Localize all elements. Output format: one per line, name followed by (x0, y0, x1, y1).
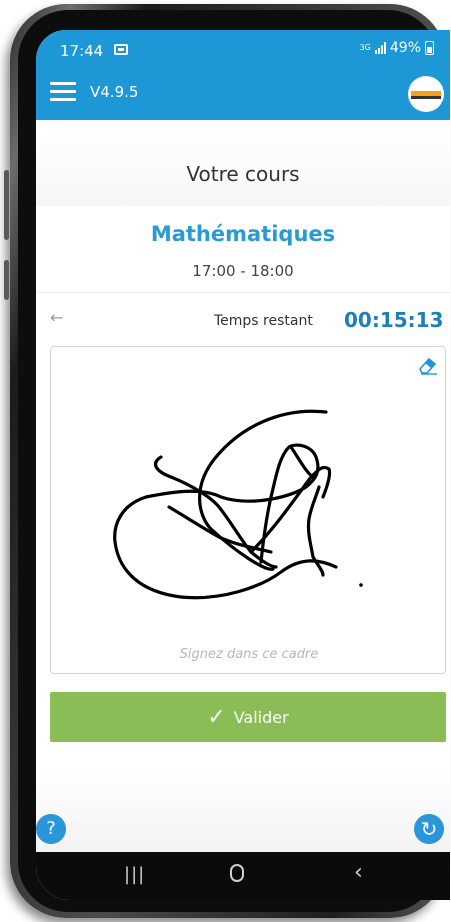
course-hours: 17:00 - 18:00 (192, 262, 294, 280)
gallery-notification-icon (114, 44, 128, 55)
app-version: V4.9.5 (90, 83, 139, 101)
status-time: 17:44 (60, 42, 104, 60)
validate-label: Valider (233, 707, 289, 727)
signal-icon (374, 42, 386, 54)
signature-drawing (113, 409, 363, 600)
hamburger-icon (50, 82, 76, 85)
course-header: Votre cours (36, 130, 450, 206)
checkmark-icon: ✓ (207, 704, 226, 730)
back-button[interactable]: ← (50, 308, 63, 327)
page-title: Votre cours (186, 162, 300, 186)
bottom-area (36, 770, 450, 860)
help-button[interactable]: ? (36, 814, 66, 844)
refresh-icon: ↻ (420, 817, 438, 841)
signature-pad[interactable]: Signez dans ce cadre (50, 346, 446, 674)
network-type: 3G (359, 43, 371, 52)
system-nav-bar: ||| ‹ (36, 852, 450, 900)
signature-placeholder: Signez dans ce cadre (179, 647, 319, 662)
question-icon: ? (46, 818, 56, 839)
recents-button[interactable]: ||| (124, 864, 145, 885)
app-bar: V4.9.5 (36, 68, 450, 120)
validate-button[interactable]: ✓ Valider (50, 692, 446, 742)
top-bar: 17:44 3G 49% V4.9.5 (36, 30, 450, 120)
remaining-time-value: 00:15:13 (344, 308, 444, 332)
refresh-button[interactable]: ↻ (414, 814, 444, 844)
battery-level: 49% (389, 40, 421, 56)
course-subject: Mathématiques (150, 222, 336, 246)
arrow-left-icon: ← (50, 308, 64, 327)
brand-logo (408, 76, 444, 112)
menu-button[interactable] (50, 82, 76, 102)
remaining-time-label: Temps restant (214, 313, 313, 329)
system-back-button[interactable]: ‹ (354, 860, 363, 885)
status-bar: 17:44 3G 49% (36, 30, 450, 68)
volume-button (4, 170, 9, 240)
phone-screen: 17:44 3G 49% V4.9.5 Votre cours Mathémat… (36, 30, 450, 900)
power-button (4, 260, 9, 300)
divider (36, 292, 450, 293)
battery-icon (425, 41, 434, 55)
status-indicators: 3G 49% (360, 40, 434, 56)
home-button[interactable] (230, 864, 244, 882)
